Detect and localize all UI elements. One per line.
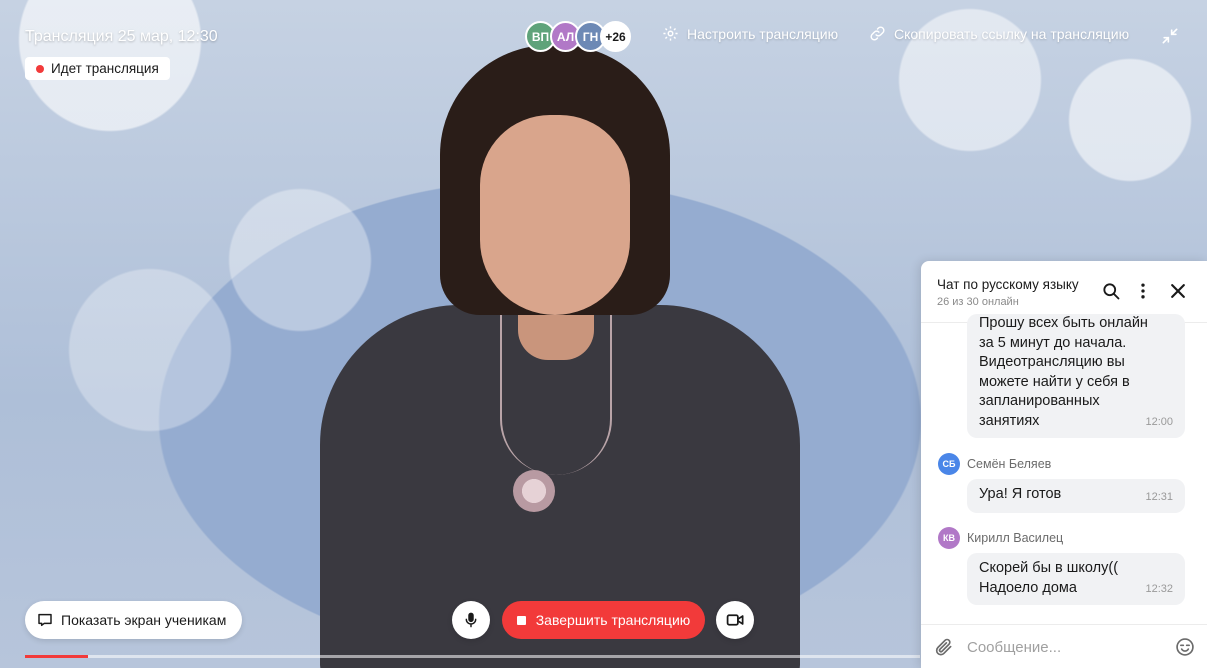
stream-progress-fill: [25, 655, 88, 658]
message-line: Надоело дома: [979, 579, 1077, 596]
message-sender: СБ Семён Беляев: [938, 453, 1051, 475]
necklace-chain: [500, 315, 612, 475]
share-screen-button[interactable]: Показать экран ученикам: [25, 601, 243, 639]
microphone-button[interactable]: [452, 601, 490, 639]
live-dot-icon: [36, 64, 44, 73]
sender-avatar: СБ: [938, 453, 960, 475]
chat-input-bar: [921, 624, 1207, 668]
close-icon[interactable]: [1168, 281, 1188, 301]
stream-settings-button[interactable]: Настроить трансляцию: [662, 25, 838, 42]
participants-more-count[interactable]: +26: [600, 21, 631, 52]
participants-avatars[interactable]: ВП АЛ ГН +26: [525, 21, 631, 52]
message-input[interactable]: [967, 635, 1163, 659]
microphone-icon: [465, 612, 477, 628]
end-stream-label: Завершить трансляцию: [535, 612, 691, 628]
link-icon: [870, 26, 885, 41]
live-status-label: Идет трансляция: [51, 61, 159, 76]
share-screen-label: Показать экран ученикам: [61, 612, 227, 628]
necklace-pendant: [513, 470, 555, 512]
search-icon[interactable]: [1101, 281, 1121, 301]
copy-link-label: Скопировать ссылку на трансляцию: [894, 25, 1130, 42]
message-time: 12:00: [1145, 415, 1173, 428]
sender-name: Кирилл Василец: [967, 531, 1064, 545]
paperclip-icon[interactable]: [934, 637, 954, 657]
end-stream-button[interactable]: Завершить трансляцию: [502, 601, 705, 639]
gear-icon: [663, 26, 678, 41]
chat-message: Прошу всех быть онлайн за 5 минут до нач…: [967, 314, 1185, 438]
chat-panel: Чат по русскому языку 26 из 30 онлайн Пр…: [921, 261, 1207, 668]
message-line: за 5 минут до начала.: [979, 334, 1127, 351]
sender-name: Семён Беляев: [967, 457, 1052, 471]
collapse-button[interactable]: [1160, 26, 1180, 51]
message-line: Прошу всех быть онлайн: [979, 315, 1148, 331]
presenter-face: [480, 115, 630, 315]
stop-icon: [516, 615, 526, 625]
chat-messages[interactable]: Прошу всех быть онлайн за 5 минут до нач…: [921, 314, 1207, 624]
more-vertical-icon[interactable]: [1133, 281, 1153, 301]
chat-online-count: 26 из 30 онлайн: [937, 296, 1019, 308]
camera-button[interactable]: [716, 601, 754, 639]
collapse-icon: [1162, 28, 1178, 44]
message-line: занятиях: [979, 412, 1040, 429]
message-line: Ура! Я готов: [979, 486, 1062, 502]
message-line: Видеотрансляцию вы: [979, 354, 1125, 370]
screen-share-icon: [38, 613, 52, 627]
chat-title: Чат по русскому языку: [937, 277, 1079, 292]
message-line: Скорей бы в школу((: [979, 560, 1119, 576]
message-time: 12:31: [1145, 490, 1173, 503]
stream-title: Трансляция 25 мар, 12:30: [25, 28, 218, 45]
stream-settings-label: Настроить трансляцию: [687, 25, 839, 42]
message-line: можете найти у себя в: [979, 373, 1130, 390]
message-sender: КВ Кирилл Василец: [938, 527, 1063, 549]
camera-icon: [726, 614, 743, 626]
live-status-badge: Идет трансляция: [25, 57, 170, 80]
presenter-video: [300, 45, 820, 668]
emoji-icon[interactable]: [1175, 637, 1195, 657]
message-time: 12:32: [1145, 582, 1173, 595]
stream-progress-bar: [25, 655, 920, 658]
sender-avatar: КВ: [938, 527, 960, 549]
chat-message: Скорей бы в школу(( Надоело дома 12:32: [967, 553, 1185, 605]
message-line: запланированных: [979, 393, 1100, 409]
chat-message: Ура! Я готов 12:31: [967, 479, 1185, 513]
copy-link-button[interactable]: Скопировать ссылку на трансляцию: [869, 25, 1129, 42]
